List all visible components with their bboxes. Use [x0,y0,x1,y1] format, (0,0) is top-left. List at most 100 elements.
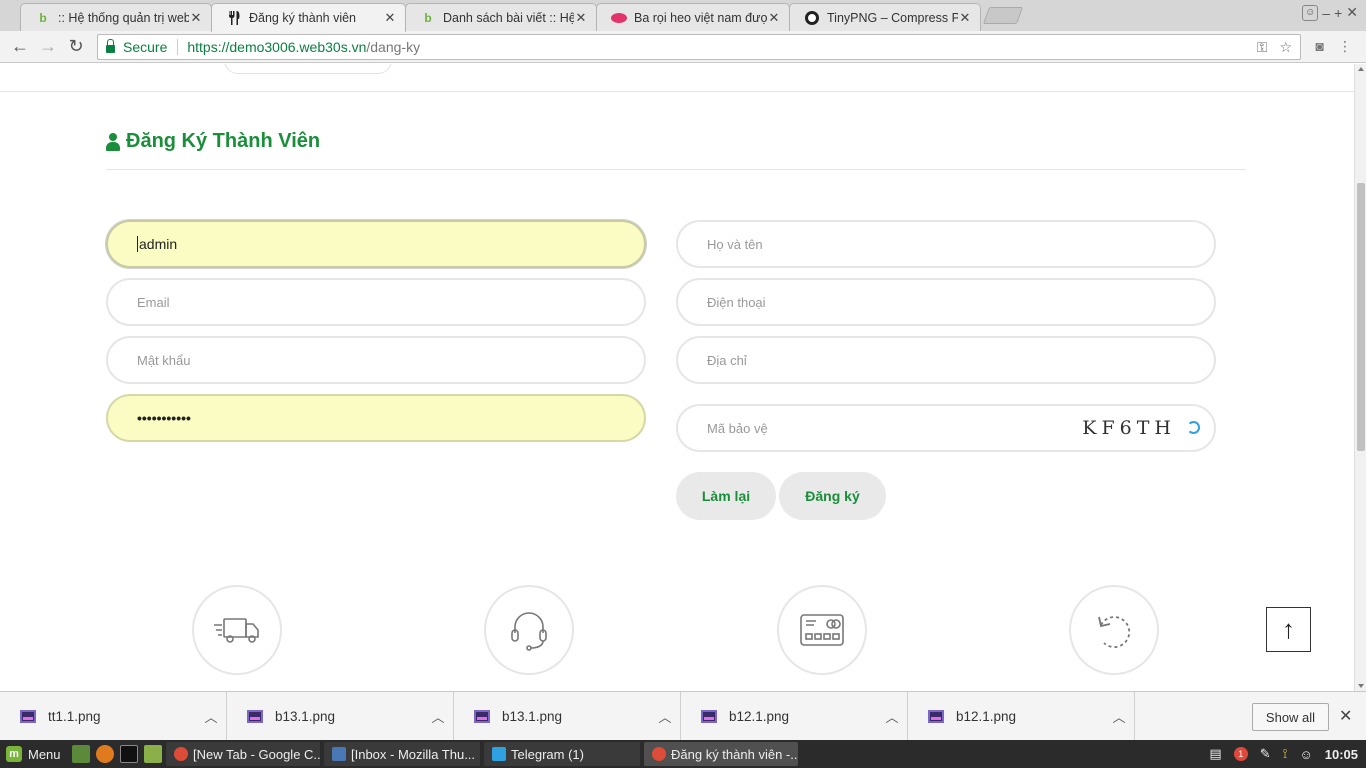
pen-icon[interactable]: ✎ [1260,746,1271,762]
close-icon[interactable]: ✕ [383,10,397,26]
clock[interactable]: 10:05 [1325,747,1358,762]
password-input[interactable]: Mật khẩu [106,336,646,384]
task-label: Đăng ký thành viên -... [671,746,798,762]
close-icon[interactable]: ✕ [574,10,588,26]
browser-tab-register[interactable]: Đăng ký thành viên ✕ [211,3,406,32]
forward-icon[interactable]: → [34,33,62,61]
download-item[interactable]: b12.1.png ︿ [681,692,908,741]
chevron-up-icon[interactable]: ︿ [877,707,907,726]
refresh-icon[interactable] [1187,421,1200,434]
password-placeholder: Mật khẩu [137,352,191,368]
tab-title: TinyPNG – Compress PNG [827,10,958,25]
page-viewport: Đăng Ký Thành Viên admin Email Mật khẩu … [0,64,1354,691]
chrome-icon [652,747,666,761]
folder-icon[interactable] [144,745,162,763]
maximize-icon[interactable]: + [1334,5,1342,21]
browser-tab-tinypng[interactable]: TinyPNG – Compress PNG ✕ [789,3,981,31]
email-input[interactable]: Email [106,278,646,326]
scroll-thumb[interactable] [1357,183,1365,451]
show-desktop-icon[interactable] [72,745,90,763]
close-icon[interactable]: ✕ [958,10,972,26]
keyboard-icon[interactable]: ▤ [1209,746,1221,762]
task-thunderbird[interactable]: [Inbox - Mozilla Thu... [324,742,480,766]
phone-input[interactable]: Điện thoại [676,278,1216,326]
b-icon: b [424,10,432,25]
feature-payment [777,585,867,675]
close-icon[interactable]: ✕ [767,10,781,26]
window-controls: ☺ – + ✕ [1302,4,1358,21]
browser-toolbar: ← → ↻ Secure https://demo3006.web30s.vn /… [0,31,1366,63]
show-all-downloads-button[interactable]: Show all [1252,703,1329,731]
firefox-icon[interactable] [96,745,114,763]
chevron-up-icon[interactable]: ︿ [650,707,680,726]
browser-tab-articles[interactable]: b Danh sách bài viết :: Hệ thống ✕ [405,3,597,31]
os-taskbar: m Menu [New Tab - Google C... [Inbox - M… [0,740,1366,768]
back-icon[interactable]: ← [6,33,34,61]
quick-launch [72,745,162,763]
address-bar[interactable]: Secure https://demo3006.web30s.vn/dang-k… [97,34,1301,60]
chrome-icon [174,747,188,761]
image-file-icon [474,710,490,723]
b-icon: b [39,10,47,25]
confirm-password-input[interactable]: ••••••••••• [106,394,646,442]
browser-tab-admin[interactable]: b :: Hệ thống quản trị website ✕ [20,3,212,31]
telegram-icon [492,747,506,761]
download-filename: tt1.1.png [48,709,101,724]
download-item[interactable]: b12.1.png ︿ [908,692,1135,741]
header-search-box[interactable] [224,64,392,74]
task-telegram[interactable]: Telegram (1) [484,742,640,766]
captcha-placeholder: Mã bảo vệ [707,420,768,436]
notification-badge[interactable]: 1 [1233,747,1248,761]
download-item[interactable]: b13.1.png ︿ [227,692,454,741]
page-scrollbar[interactable] [1354,64,1366,691]
captcha-input[interactable]: Mã bảo vệ KF6TH [676,404,1216,452]
star-icon[interactable]: ☆ [1279,39,1292,56]
close-window-icon[interactable]: ✕ [1346,4,1358,21]
fullname-input[interactable]: Họ và tên [676,220,1216,268]
network-icon[interactable]: ⟟ [1283,746,1288,762]
mint-logo-icon: m [6,746,22,762]
user-tray-icon[interactable]: ☺ [1299,747,1312,762]
feature-shipping [192,585,282,675]
close-icon[interactable]: ✕ [1339,706,1352,726]
image-file-icon [928,710,944,723]
download-item[interactable]: b13.1.png ︿ [454,692,681,741]
username-value: admin [139,236,178,252]
tab-title: :: Hệ thống quản trị website [58,10,189,25]
menu-icon[interactable]: ⋮ [1338,38,1352,55]
phone-placeholder: Điện thoại [707,294,766,310]
captcha-image: KF6TH [1082,417,1176,439]
start-menu-button[interactable]: m Menu [0,746,68,762]
address-input[interactable]: Địa chỉ [676,336,1216,384]
title-divider [106,169,1246,170]
return-arrow-icon [1098,616,1131,648]
chevron-up-icon[interactable]: ︿ [196,707,226,726]
reload-icon[interactable]: ↻ [62,33,90,61]
back-to-top-button[interactable]: ↑ [1266,607,1311,652]
download-item[interactable]: tt1.1.png ︿ [0,692,227,741]
close-icon[interactable]: ✕ [189,10,203,26]
download-filename: b13.1.png [275,709,336,724]
profile-icon[interactable]: ☺ [1302,4,1319,21]
scroll-up-icon[interactable] [1358,67,1364,71]
chevron-up-icon[interactable]: ︿ [1104,707,1134,726]
scroll-down-icon[interactable] [1358,684,1364,688]
task-chrome-newtab[interactable]: [New Tab - Google C... [166,742,320,766]
terminal-icon[interactable] [120,745,138,763]
image-file-icon [247,710,263,723]
lock-icon [106,38,115,53]
image-file-icon [20,710,36,723]
key-icon[interactable]: ⚿ [1257,39,1268,56]
url-path: /dang-ky [366,39,421,55]
reset-button[interactable]: Làm lại [676,472,776,520]
thunderbird-icon [332,747,346,761]
task-chrome-register[interactable]: Đăng ký thành viên -... [644,742,798,766]
divider [177,39,179,55]
browser-tab-pork[interactable]: Ba rọi heo việt nam được ✕ [596,3,790,31]
minimize-icon[interactable]: – [1322,5,1330,21]
username-input[interactable]: admin [106,220,646,268]
chevron-up-icon[interactable]: ︿ [423,707,453,726]
camera-icon[interactable]: ◙ [1316,38,1324,55]
register-button[interactable]: Đăng ký [779,472,886,520]
new-tab-button[interactable] [982,7,1024,24]
